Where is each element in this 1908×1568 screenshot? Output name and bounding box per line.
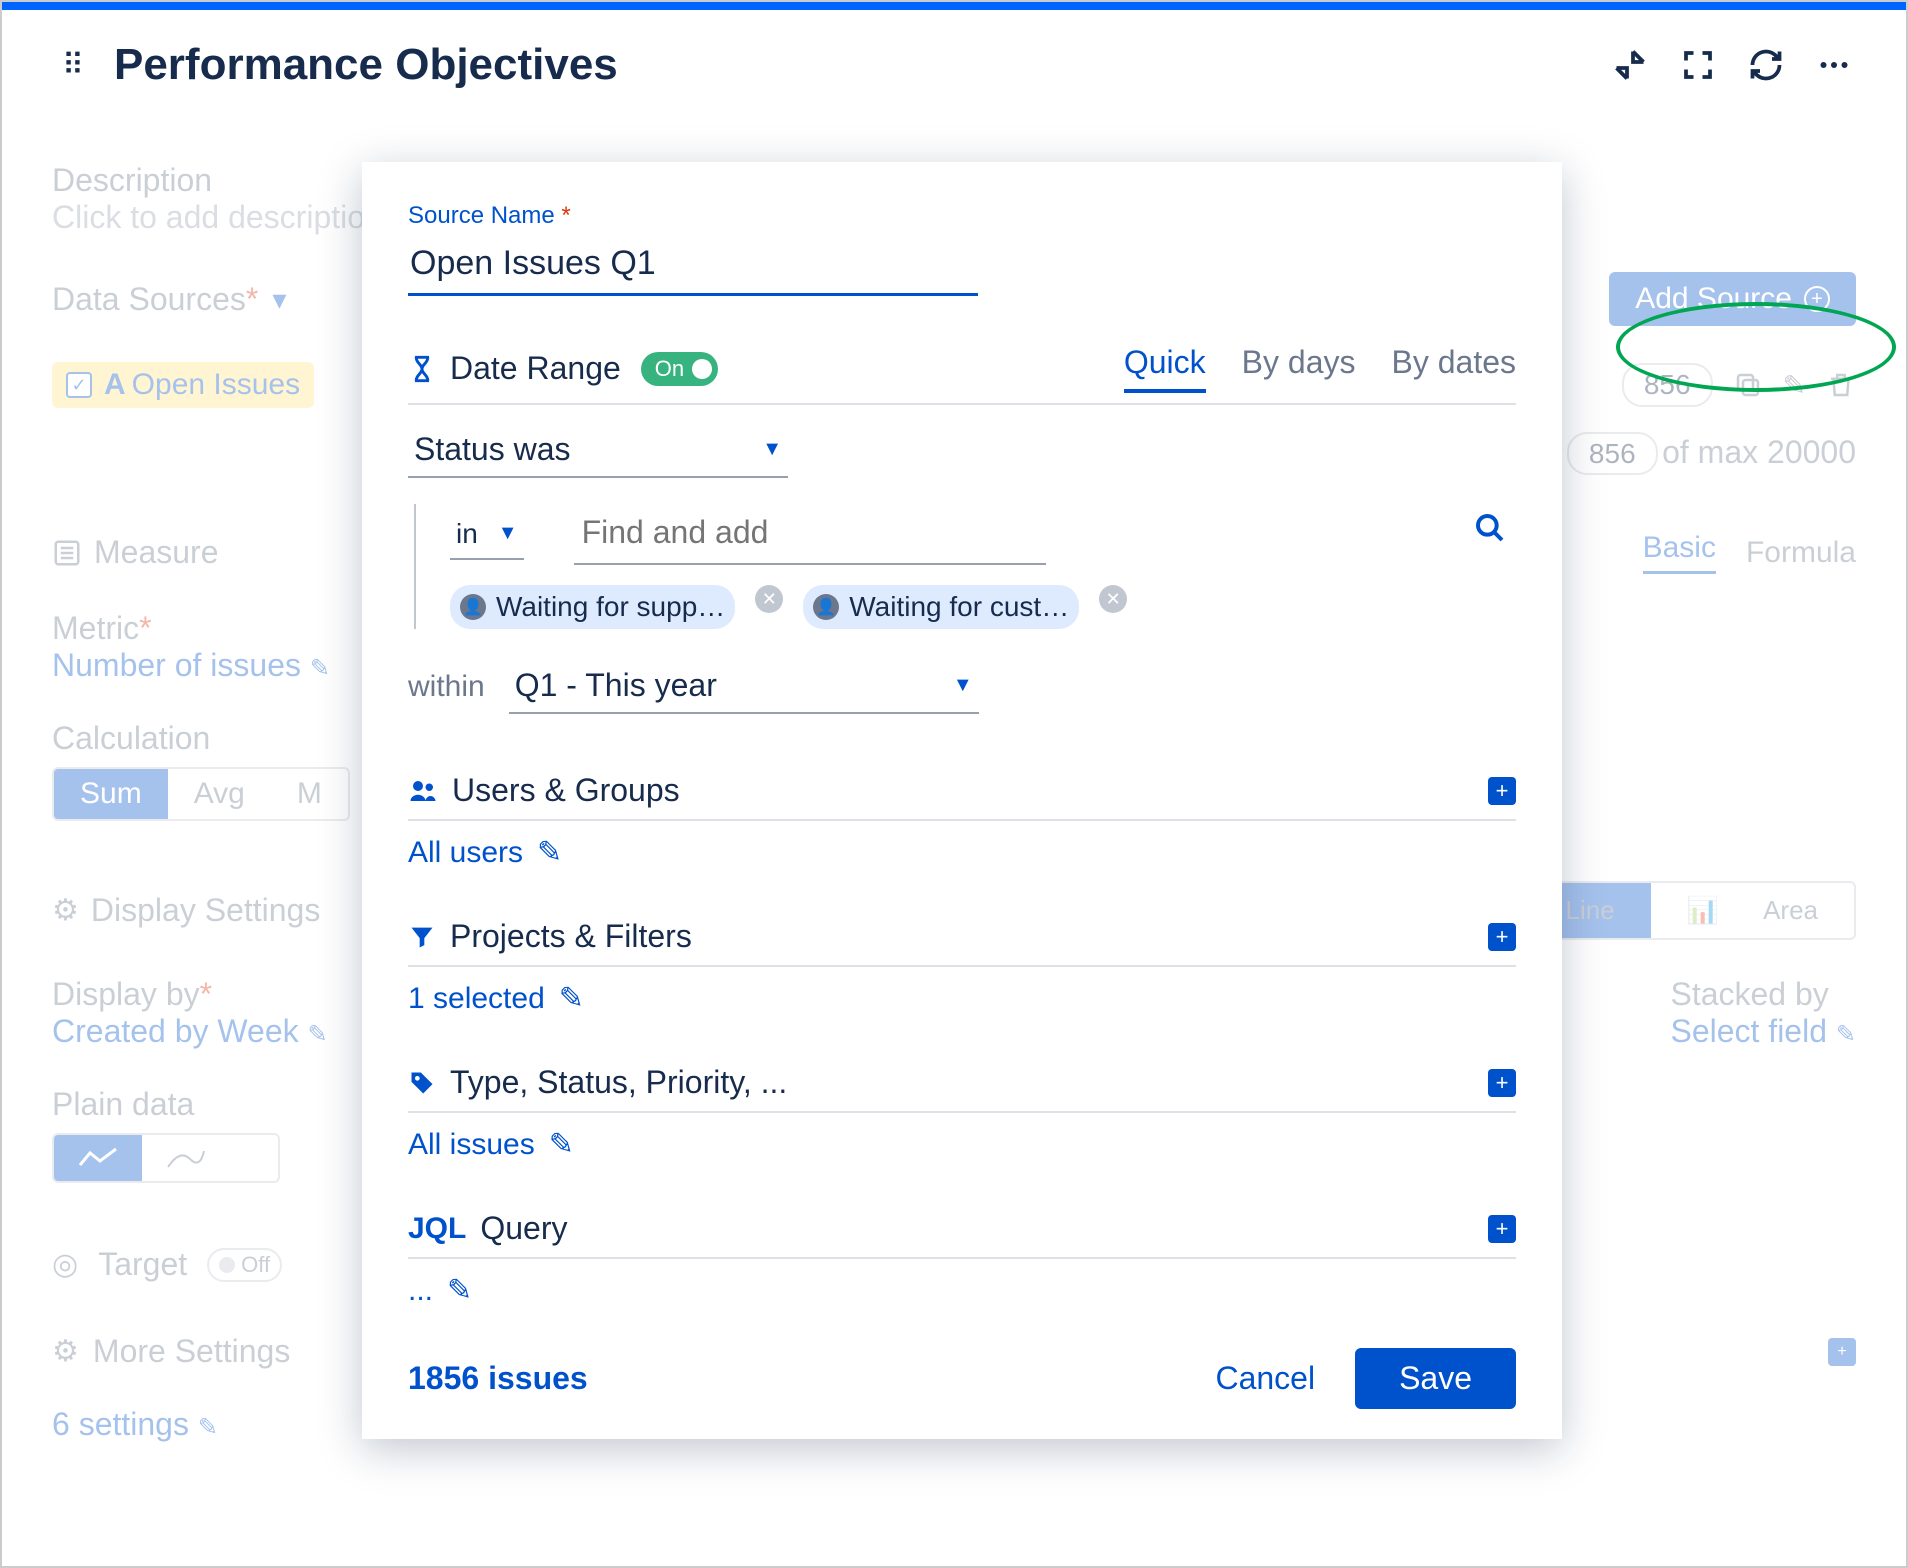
jql-expand[interactable]: + — [1488, 1215, 1516, 1243]
more-settings-label: More Settings — [93, 1333, 290, 1370]
projects-value[interactable]: 1 selected✎ — [408, 981, 584, 1016]
tag-icon — [408, 1069, 436, 1097]
plain-data-opt3[interactable] — [230, 1135, 278, 1181]
display-settings-label: Display Settings — [91, 892, 320, 929]
source-chip[interactable]: ✓A Open Issues — [52, 362, 314, 408]
funnel-icon — [408, 923, 436, 951]
chevron-down-icon: ▼ — [498, 522, 518, 545]
expand-plus[interactable]: + — [1828, 1338, 1856, 1366]
status-chip-2: 👤 Waiting for cust… — [803, 585, 1079, 629]
data-sources-label: Data Sources* — [52, 281, 258, 318]
measure-label: Measure — [94, 534, 219, 571]
plain-data-opt2[interactable] — [142, 1135, 230, 1181]
type-value[interactable]: All issues✎ — [408, 1127, 574, 1162]
chart-area-tab[interactable]: 📊Area — [1651, 883, 1854, 938]
display-by-label: Display by* — [52, 976, 328, 1013]
projects-expand[interactable]: + — [1488, 923, 1516, 951]
users-value[interactable]: All users✎ — [408, 835, 562, 870]
gear-icon: ⚙ — [52, 1334, 79, 1369]
calculation-group: Sum Avg M — [52, 767, 350, 821]
funnel-icon[interactable]: ▾ — [272, 283, 286, 316]
plus-icon: + — [1804, 286, 1830, 312]
source-name-input[interactable] — [408, 238, 978, 296]
pencil-icon: ✎ — [537, 835, 562, 870]
header: ⠿ Performance Objectives — [2, 10, 1906, 100]
person-icon: 👤 — [813, 594, 839, 620]
target-label: Target — [98, 1246, 187, 1283]
tab-quick[interactable]: Quick — [1124, 344, 1206, 393]
source-editor-modal: Source Name * Date Range On Quick By day… — [362, 162, 1562, 1439]
delete-icon[interactable] — [1826, 370, 1856, 400]
date-range-section: Date Range On Quick By days By dates — [408, 336, 1516, 405]
type-expand[interactable]: + — [1488, 1069, 1516, 1097]
tab-by-days[interactable]: By days — [1242, 344, 1356, 393]
edit-icon[interactable]: ✎ — [1783, 369, 1806, 402]
within-label: within — [408, 670, 485, 704]
calc-sum[interactable]: Sum — [54, 769, 168, 819]
source-name-label: Source Name * — [408, 202, 1516, 230]
save-button[interactable]: Save — [1355, 1348, 1516, 1409]
users-groups-section: Users & Groups + — [408, 764, 1516, 821]
refresh-icon[interactable] — [1744, 43, 1788, 87]
tab-formula[interactable]: Formula — [1746, 536, 1856, 570]
display-by-value[interactable]: Created by Week ✎ — [52, 1013, 328, 1050]
top-accent-bar — [2, 2, 1906, 10]
count-badge-2: 856 — [1567, 432, 1658, 475]
find-and-add-input[interactable] — [574, 504, 1046, 565]
status-was-dropdown[interactable]: Status was ▼ — [408, 423, 788, 478]
calc-ma[interactable]: M — [271, 769, 348, 819]
highlight-add-source — [1616, 302, 1896, 392]
tab-by-dates[interactable]: By dates — [1391, 344, 1516, 393]
jql-value[interactable]: ...✎ — [408, 1273, 472, 1308]
tab-basic[interactable]: Basic — [1643, 531, 1716, 574]
add-source-button[interactable]: Add Source + — [1609, 272, 1856, 326]
calc-avg[interactable]: Avg — [168, 769, 271, 819]
condition-block: in ▼ 👤 Waiting for supp… ✕ 👤 — [414, 504, 1516, 629]
count-badge-1: 856 — [1622, 363, 1713, 407]
cancel-button[interactable]: Cancel — [1215, 1360, 1315, 1397]
date-range-toggle[interactable]: On — [641, 352, 718, 386]
pencil-icon: ✎ — [559, 981, 584, 1016]
target-icon: ◎ — [52, 1247, 78, 1282]
person-icon: 👤 — [460, 594, 486, 620]
stacked-by-label: Stacked by — [1670, 976, 1856, 1013]
pencil-icon: ✎ — [549, 1127, 574, 1162]
page-title: Performance Objectives — [114, 40, 1584, 90]
operator-dropdown[interactable]: in ▼ — [450, 510, 524, 560]
chevron-down-icon: ▼ — [762, 438, 782, 461]
chip-remove-1[interactable]: ✕ — [755, 585, 783, 613]
chip-remove-2[interactable]: ✕ — [1099, 585, 1127, 613]
measure-icon — [52, 538, 82, 568]
drag-handle-icon[interactable]: ⠿ — [62, 48, 84, 83]
chevron-down-icon: ▼ — [953, 674, 973, 697]
users-expand[interactable]: + — [1488, 777, 1516, 805]
pencil-icon: ✎ — [447, 1273, 472, 1308]
stacked-by-value[interactable]: Select field ✎ — [1670, 1013, 1856, 1050]
gear-icon: ⚙ — [52, 893, 79, 928]
of-max-label: of max 20000 — [1662, 434, 1856, 470]
jql-section: JQL Query + — [408, 1202, 1516, 1259]
plain-data-group — [52, 1133, 280, 1183]
type-status-section: Type, Status, Priority, ... + — [408, 1056, 1516, 1113]
within-dropdown[interactable]: Q1 - This year ▼ — [509, 659, 979, 714]
users-icon — [408, 776, 438, 806]
collapse-icon[interactable] — [1608, 43, 1652, 87]
fullscreen-icon[interactable] — [1676, 43, 1720, 87]
more-icon[interactable] — [1812, 43, 1856, 87]
target-toggle[interactable]: Off — [207, 1248, 282, 1282]
jql-label: JQL — [408, 1212, 466, 1246]
plain-data-opt1[interactable] — [54, 1135, 142, 1181]
projects-filters-section: Projects & Filters + — [408, 910, 1516, 967]
issue-count: 1856 issues — [408, 1360, 588, 1397]
copy-icon[interactable] — [1733, 370, 1763, 400]
status-chip-1: 👤 Waiting for supp… — [450, 585, 735, 629]
hourglass-icon — [408, 355, 436, 383]
search-icon[interactable] — [1474, 512, 1506, 544]
